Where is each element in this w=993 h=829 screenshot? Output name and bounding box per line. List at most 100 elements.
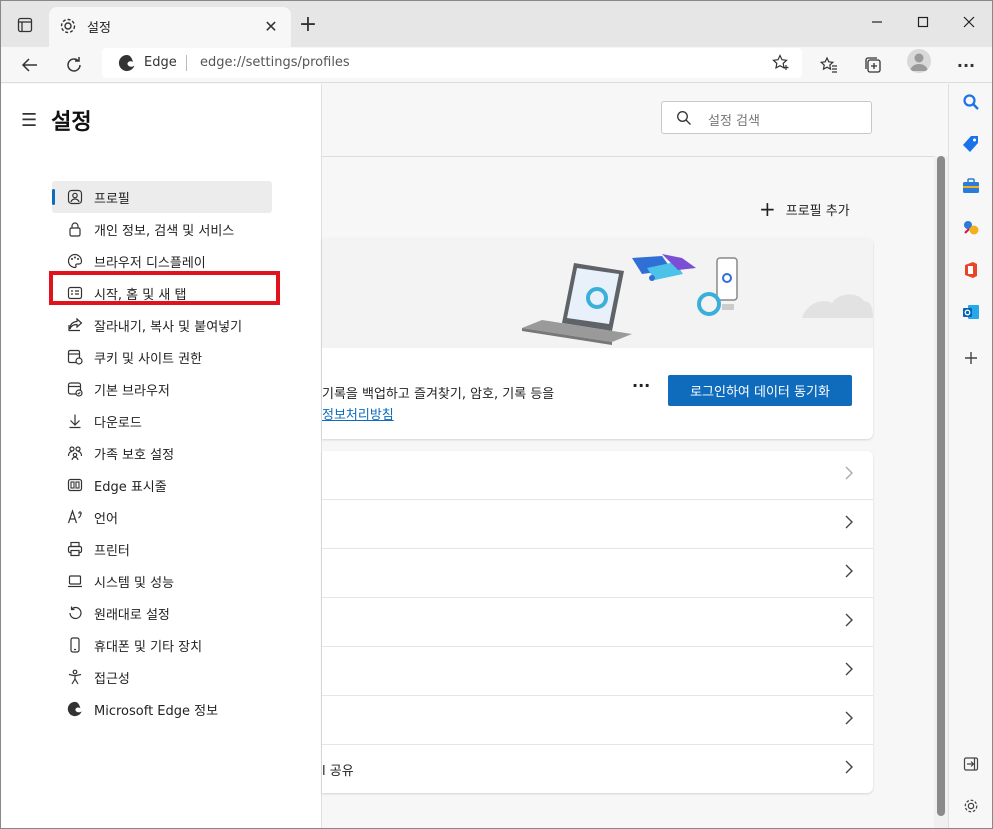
list-item-label: l 공유 <box>322 764 354 779</box>
sidebar-item-label: 쿠키 및 사이트 권한 <box>94 351 203 367</box>
privacy-policy-link[interactable]: 정보처리방침 <box>322 404 394 423</box>
address-separator <box>186 55 187 71</box>
minimize-icon <box>872 21 882 23</box>
shopping-tag-icon[interactable] <box>959 132 983 156</box>
tab-actions-icon <box>17 17 33 33</box>
settings-nav: 프로필 개인 정보, 검색 및 서비스 브라우저 디스플레이 시작, 홈 및 새… <box>52 181 272 725</box>
list-item[interactable] <box>322 500 873 549</box>
sidebar-header: ☰ 설정 <box>21 104 92 136</box>
list-item[interactable] <box>322 598 873 647</box>
new-tab-button[interactable]: + <box>297 12 319 37</box>
more-icon: ··· <box>956 55 976 75</box>
collections-icon <box>865 57 881 73</box>
minimize-button[interactable] <box>854 9 900 35</box>
tab-title: 설정 <box>87 21 111 36</box>
plus-icon: + <box>759 197 776 221</box>
avatar[interactable] <box>907 49 931 73</box>
games-icon[interactable] <box>959 216 983 240</box>
search-placeholder: 설정 검색 <box>708 114 760 129</box>
sidebar-item-about-edge[interactable]: Microsoft Edge 정보 <box>52 693 272 725</box>
sidebar-item-edge-bar[interactable]: Edge 표시줄 <box>52 469 272 501</box>
scrollbar[interactable] <box>934 156 948 828</box>
laptop-icon <box>66 572 84 590</box>
favorites-icon <box>820 56 837 73</box>
sidebar-item-privacy[interactable]: 개인 정보, 검색 및 서비스 <box>52 213 272 245</box>
lock-icon <box>66 220 84 238</box>
maximize-icon <box>917 16 929 28</box>
url-text[interactable]: edge://settings/profiles <box>200 55 350 70</box>
close-icon <box>963 16 975 28</box>
sign-in-sync-button[interactable]: 로그인하여 데이터 동기화 <box>668 375 852 406</box>
tab-settings[interactable]: 설정 ✕ <box>49 7 291 47</box>
browser-icon <box>66 380 84 398</box>
close-window-button[interactable] <box>946 9 992 35</box>
sidebar-item-printers[interactable]: 프린터 <box>52 533 272 565</box>
sidebar-item-accessibility[interactable]: 접근성 <box>52 661 272 693</box>
hide-sidebar-icon[interactable] <box>959 752 983 776</box>
edge-logo-icon <box>66 700 84 718</box>
sidebar-item-label: 기본 브라우저 <box>94 383 170 399</box>
sidebar-settings-icon[interactable] <box>959 794 983 818</box>
family-icon <box>66 444 84 462</box>
highlight-box <box>49 271 280 305</box>
add-profile-button[interactable]: + 프로필 추가 <box>759 197 850 221</box>
settings-sidebar: ☰ 설정 프로필 개인 정보, 검색 및 서비스 브라우저 디스플레이 시작, … <box>1 84 322 828</box>
settings-more-button[interactable]: ··· <box>952 51 980 79</box>
cookie-icon <box>66 348 84 366</box>
outlook-icon[interactable] <box>959 300 983 324</box>
chevron-right-icon <box>843 514 855 534</box>
accessibility-icon <box>66 668 84 686</box>
sidebar-item-family-safety[interactable]: 가족 보호 설정 <box>52 437 272 469</box>
collections-button[interactable] <box>859 51 887 79</box>
sidebar-item-label: 원래대로 설정 <box>94 607 170 623</box>
chevron-right-icon <box>843 710 855 730</box>
sidebar-item-label: 시스템 및 성능 <box>94 575 175 591</box>
sidebar-item-label: 브라우저 디스플레이 <box>94 255 206 271</box>
menu-icon[interactable]: ☰ <box>21 110 37 131</box>
chevron-right-icon <box>843 661 855 681</box>
sidebar-item-phone-devices[interactable]: 휴대폰 및 기타 장치 <box>52 629 272 661</box>
sidebar-item-label: 프로필 <box>94 191 130 207</box>
refresh-button[interactable] <box>60 51 88 79</box>
sidebar-item-share-copy-paste[interactable]: 잘라내기, 복사 및 붙여넣기 <box>52 309 272 341</box>
sidebar-search-icon[interactable] <box>959 90 983 114</box>
sidebar-item-system-performance[interactable]: 시스템 및 성능 <box>52 565 272 597</box>
chevron-right-icon <box>843 465 855 485</box>
maximize-button[interactable] <box>900 9 946 35</box>
tab-actions-button[interactable] <box>11 11 39 39</box>
sidebar-item-cookies-permissions[interactable]: 쿠키 및 사이트 권한 <box>52 341 272 373</box>
sidebar-item-default-browser[interactable]: 기본 브라우저 <box>52 373 272 405</box>
list-item[interactable]: l 공유 <box>322 745 873 794</box>
sidebar-item-downloads[interactable]: 다운로드 <box>52 405 272 437</box>
favorites-button[interactable] <box>815 51 843 79</box>
profile-settings-list: l 공유 <box>322 451 873 793</box>
sidebar-item-label: 가족 보호 설정 <box>94 447 175 463</box>
close-tab-button[interactable]: ✕ <box>261 16 281 36</box>
sync-illustration <box>322 238 873 348</box>
sidebar-item-reset-settings[interactable]: 원래대로 설정 <box>52 597 272 629</box>
add-favorite-icon[interactable] <box>772 54 790 76</box>
office-icon[interactable] <box>959 258 983 282</box>
sidebar-item-profiles[interactable]: 프로필 <box>52 181 272 213</box>
list-item[interactable] <box>322 549 873 598</box>
add-sidebar-app-icon[interactable] <box>959 346 983 370</box>
sidebar-item-label: 휴대폰 및 기타 장치 <box>94 639 203 655</box>
tools-icon[interactable] <box>959 174 983 198</box>
back-button[interactable] <box>16 51 44 79</box>
palette-icon <box>66 252 84 270</box>
share-icon <box>66 316 84 334</box>
more-options-button[interactable]: ··· <box>632 376 650 395</box>
list-item[interactable] <box>322 451 873 500</box>
scrollbar-thumb[interactable] <box>937 156 945 816</box>
list-item[interactable] <box>322 647 873 696</box>
address-bar[interactable]: Edge edge://settings/profiles <box>102 48 802 78</box>
reset-icon <box>66 604 84 622</box>
browser-window: 설정 ✕ + Edge edge://settings/profiles ···… <box>0 0 993 829</box>
chevron-right-icon <box>843 612 855 632</box>
sidebar-item-languages[interactable]: 언어 <box>52 501 272 533</box>
printer-icon <box>66 540 84 558</box>
list-item[interactable] <box>322 696 873 745</box>
search-input[interactable]: 설정 검색 <box>661 101 872 134</box>
sync-card: 기록을 백업하고 즐겨찾기, 암호, 기록 등을 정보처리방침 ··· 로그인하… <box>322 238 873 439</box>
refresh-icon <box>67 57 81 72</box>
